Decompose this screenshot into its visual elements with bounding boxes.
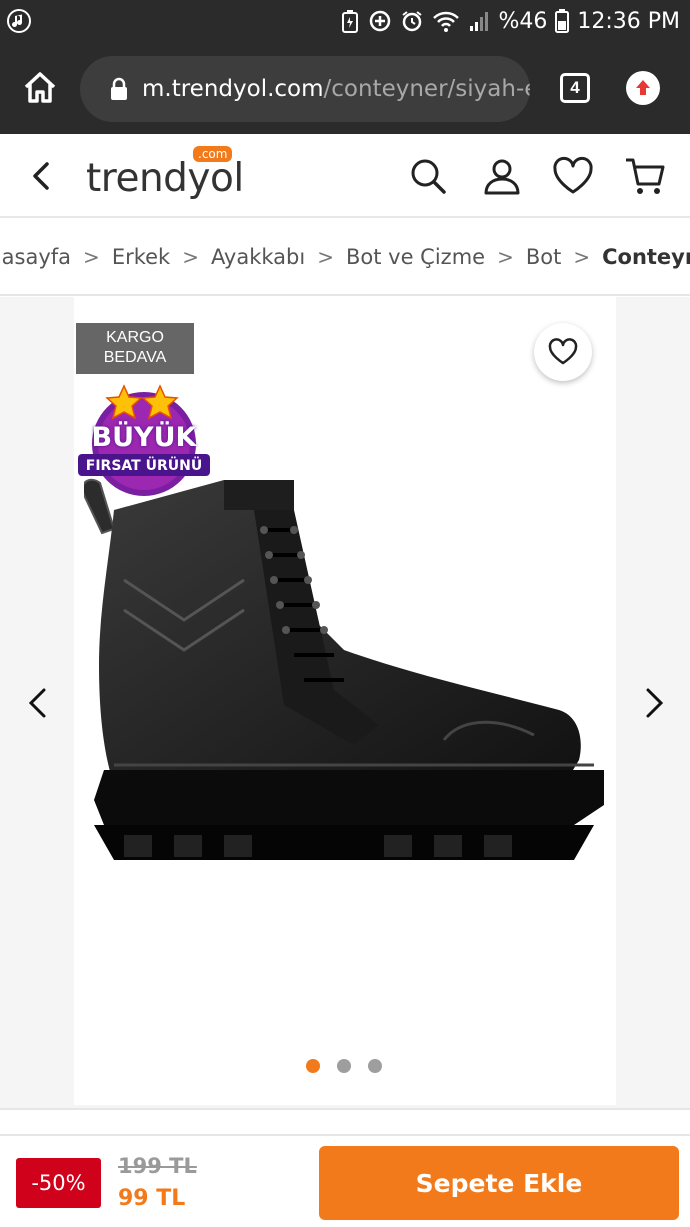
chevron-right-icon: > <box>497 245 514 269</box>
discount-badge: -50% <box>16 1158 101 1208</box>
breadcrumb-erkek[interactable]: Erkek <box>112 245 170 269</box>
home-icon[interactable] <box>22 70 58 106</box>
gallery-pagination <box>306 1059 382 1073</box>
lock-icon <box>110 77 128 101</box>
data-saver-icon <box>368 9 392 33</box>
battery-icon <box>555 9 570 33</box>
signal-icon <box>468 9 490 33</box>
url-bar[interactable]: m.trendyol.com/conteyner/siyah-e <box>80 56 530 122</box>
product-image-boot[interactable] <box>81 470 614 890</box>
free-shipping-badge: KARGO BEDAVA <box>76 323 194 374</box>
tab-switcher-button[interactable]: 4 <box>560 73 590 103</box>
breadcrumb-current: Conteyner Bot <box>602 245 690 269</box>
back-arrow-icon[interactable] <box>24 158 60 194</box>
url-host: m.trendyol.com <box>142 76 324 102</box>
battery-percent: %46 <box>498 8 548 34</box>
wifi-icon <box>432 9 460 33</box>
browser-update-icon[interactable] <box>626 71 660 105</box>
clock-time: 12:36 PM <box>577 8 680 34</box>
breadcrumb-ayakkabi[interactable]: Ayakkabı <box>211 245 305 269</box>
pagination-dot-2[interactable] <box>337 1059 351 1073</box>
favorites-heart-icon[interactable] <box>552 156 593 196</box>
chevron-right-icon: > <box>573 245 591 269</box>
music-icon <box>6 8 32 34</box>
pagination-dot-3[interactable] <box>368 1059 382 1073</box>
chevron-right-icon: > <box>182 245 199 269</box>
cart-icon[interactable] <box>624 156 665 196</box>
badge-line-1: KARGO <box>106 329 164 346</box>
chevron-right-icon: > <box>317 245 334 269</box>
gallery-next-arrow-icon[interactable] <box>638 686 668 720</box>
divider <box>0 1108 690 1134</box>
breadcrumb-bot-ve-cizme[interactable]: Bot ve Çizme <box>346 245 485 269</box>
battery-saver-icon <box>340 9 360 33</box>
purchase-bar: -50% 199 TL 99 TL Sepete Ekle <box>0 1134 690 1227</box>
badge-line-2: BEDAVA <box>103 349 167 366</box>
breadcrumb-bot[interactable]: Bot <box>526 245 562 269</box>
gallery-prev-arrow-icon[interactable] <box>24 686 54 720</box>
heart-icon <box>548 338 578 365</box>
url-path: /conteyner/siyah-e <box>323 76 530 102</box>
breadcrumb: Anasayfa > Erkek > Ayakkabı > Bot ve Çiz… <box>0 218 690 296</box>
status-bar: %46 12:36 PM <box>0 0 690 42</box>
pagination-dot-1[interactable] <box>306 1059 320 1073</box>
new-price: 99 TL <box>118 1186 186 1211</box>
old-price: 199 TL <box>118 1154 197 1178</box>
chevron-right-icon: > <box>83 245 100 269</box>
user-icon[interactable] <box>482 156 522 196</box>
add-favorite-button[interactable] <box>534 323 592 381</box>
breadcrumb-home[interactable]: Anasayfa <box>0 245 71 269</box>
add-to-cart-button[interactable]: Sepete Ekle <box>319 1146 679 1220</box>
search-icon[interactable] <box>408 156 448 196</box>
logo-com-badge: .com <box>193 146 233 162</box>
alarm-icon <box>400 9 424 33</box>
browser-toolbar: m.trendyol.com/conteyner/siyah-e 4 <box>0 42 690 134</box>
badge-buyuk-text: BÜYÜK <box>91 422 197 453</box>
site-header: trendyol .com <box>0 134 690 218</box>
logo-text: trendyol <box>86 156 244 201</box>
